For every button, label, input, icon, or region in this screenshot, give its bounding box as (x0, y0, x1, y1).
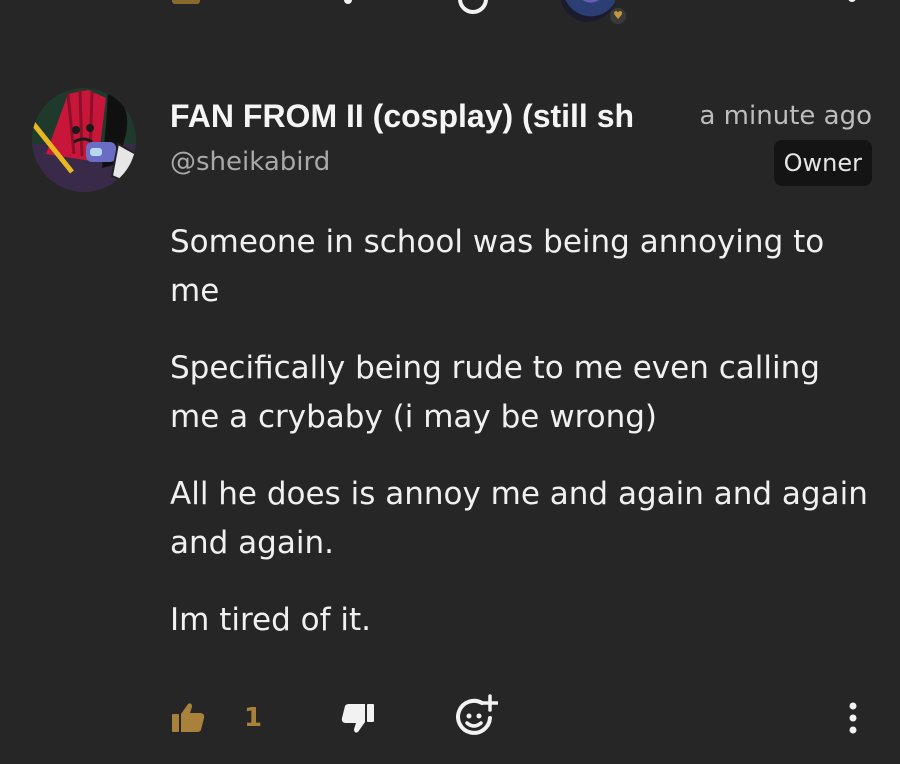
comment-actions: 1 (0, 694, 900, 744)
author-avatar[interactable] (28, 84, 140, 196)
comment-paragraph: Specifically being rude to me even calli… (170, 350, 820, 435)
add-reaction-icon[interactable] (458, 0, 488, 14)
like-count: 1 (244, 703, 263, 733)
thumbs-up-icon (172, 703, 205, 732)
comment-body: Someone in school was being annoying to … (170, 218, 870, 673)
previous-comment-actions: ♥ (0, 0, 900, 30)
thumbs-down-icon[interactable] (344, 0, 352, 4)
comment-paragraph: All he does is annoy me and again and ag… (170, 476, 868, 561)
comment-paragraph: Im tired of it. (170, 602, 371, 638)
comment-timestamp: a minute ago (699, 101, 872, 131)
more-options-button[interactable] (838, 700, 868, 736)
character-avatar-icon (32, 88, 136, 192)
comment-paragraph: Someone in school was being annoying to … (170, 224, 825, 309)
dislike-button[interactable] (340, 700, 376, 736)
role-badge: Owner (773, 140, 872, 186)
thumbs-down-icon (341, 704, 374, 733)
author-handle[interactable]: @sheikabird (170, 144, 330, 180)
thumbs-up-icon[interactable] (172, 0, 200, 4)
like-button[interactable] (170, 700, 206, 736)
reactor-avatar[interactable] (560, 0, 616, 22)
add-reaction-icon (456, 694, 499, 735)
more-vertical-icon[interactable] (848, 0, 856, 2)
heart-icon: ♥ (610, 8, 626, 24)
author-display-name[interactable]: FAN FROM II (cosplay) (still sh (170, 94, 684, 138)
more-vertical-icon (849, 702, 857, 734)
add-reaction-button[interactable] (456, 694, 499, 736)
